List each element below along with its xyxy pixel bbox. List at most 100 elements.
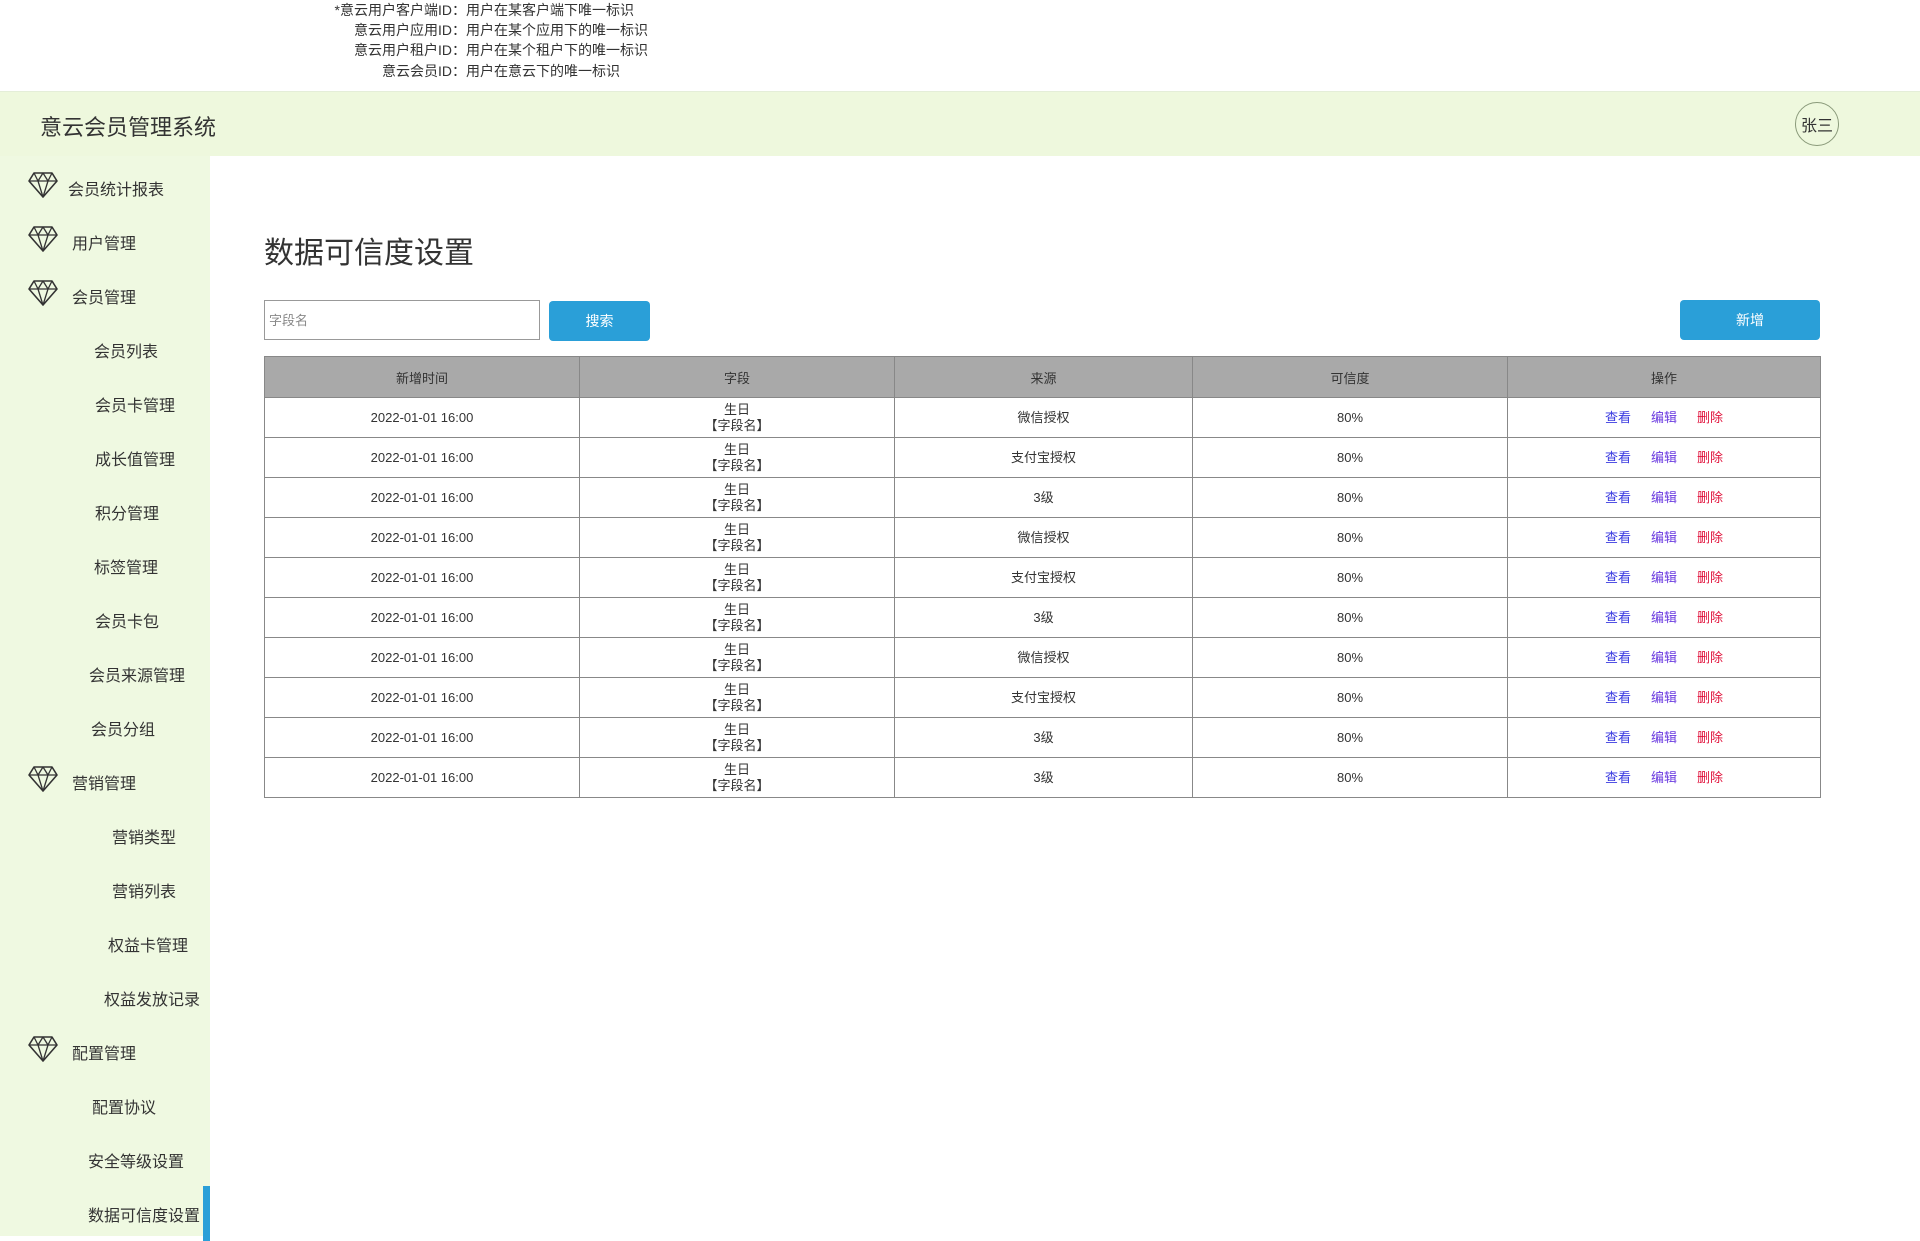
- cell-field: 生日 【字段名】: [579, 397, 895, 438]
- sidebar-item-label: 会员列表: [94, 344, 159, 361]
- delete-link[interactable]: 删除: [1697, 730, 1723, 745]
- table-header-row: 新增时间 字段 来源 可信度 操作: [264, 356, 1821, 398]
- view-link[interactable]: 查看: [1605, 450, 1631, 465]
- edit-link[interactable]: 编辑: [1651, 570, 1677, 585]
- edit-link[interactable]: 编辑: [1651, 490, 1677, 505]
- cell-field: 生日 【字段名】: [579, 597, 895, 638]
- cell-field: 生日 【字段名】: [579, 437, 895, 478]
- credibility-table: 新增时间 字段 来源 可信度 操作 2022-01-01 16:00 生日 【字段名…: [264, 356, 1821, 798]
- edit-link[interactable]: 编辑: [1651, 730, 1677, 745]
- edit-link[interactable]: 编辑: [1651, 770, 1677, 785]
- cell-source: 3级: [894, 477, 1193, 518]
- view-link[interactable]: 查看: [1605, 770, 1631, 785]
- cell-time: 2022-01-01 16:00: [264, 597, 580, 638]
- search-button[interactable]: 搜索: [549, 301, 650, 341]
- sidebar-group-item[interactable]: 会员管理: [0, 272, 210, 316]
- sidebar-group-item[interactable]: 用户管理: [0, 218, 210, 262]
- sidebar-item-label: 用户管理: [72, 236, 137, 253]
- sidebar-item[interactable]: 标签管理: [0, 542, 210, 586]
- sidebar-item[interactable]: 会员列表: [0, 326, 210, 370]
- view-link[interactable]: 查看: [1605, 570, 1631, 585]
- delete-link[interactable]: 删除: [1697, 570, 1723, 585]
- cell-source: 3级: [894, 717, 1193, 758]
- edit-link[interactable]: 编辑: [1651, 410, 1677, 425]
- sidebar-item[interactable]: 权益卡管理: [0, 920, 210, 964]
- edit-link[interactable]: 编辑: [1651, 450, 1677, 465]
- main-content: 数据可信度设置 搜索 新增 新增时间 字段 来源 可信度 操作 2022-01-…: [210, 156, 1920, 1236]
- sidebar-item-label: 营销管理: [72, 776, 137, 793]
- cell-source: 微信授权: [894, 397, 1193, 438]
- cell-time: 2022-01-01 16:00: [264, 437, 580, 478]
- view-link[interactable]: 查看: [1605, 530, 1631, 545]
- sidebar-group-item[interactable]: 会员统计报表: [0, 164, 210, 208]
- delete-link[interactable]: 删除: [1697, 650, 1723, 665]
- sidebar: 会员统计报表用户管理会员管理会员列表会员卡管理成长值管理积分管理标签管理会员卡包…: [0, 156, 210, 1241]
- cell-source: 微信授权: [894, 517, 1193, 558]
- field-name: 【字段名】: [704, 417, 770, 433]
- view-link[interactable]: 查看: [1605, 730, 1631, 745]
- delete-link[interactable]: 删除: [1697, 530, 1723, 545]
- edit-link[interactable]: 编辑: [1651, 530, 1677, 545]
- field-name: 【字段名】: [704, 497, 770, 513]
- sidebar-item-label: 数据可信度设置: [88, 1208, 201, 1225]
- field-name: 【字段名】: [704, 617, 770, 633]
- delete-link[interactable]: 删除: [1697, 410, 1723, 425]
- edit-link[interactable]: 编辑: [1651, 610, 1677, 625]
- sidebar-item[interactable]: 配置协议: [0, 1082, 210, 1126]
- sidebar-group-item[interactable]: 配置管理: [0, 1028, 210, 1072]
- cell-actions: 查看 编辑 删除: [1507, 397, 1821, 438]
- sidebar-item[interactable]: 安全等级设置: [0, 1136, 210, 1180]
- cell-actions: 查看 编辑 删除: [1507, 597, 1821, 638]
- sidebar-item[interactable]: 权益发放记录: [0, 974, 210, 1018]
- sidebar-item[interactable]: 数据可信度设置: [0, 1186, 210, 1241]
- sidebar-item-label: 营销列表: [112, 884, 177, 901]
- cell-credibility: 80%: [1192, 517, 1508, 558]
- cell-actions: 查看 编辑 删除: [1507, 717, 1821, 758]
- user-avatar[interactable]: 张三: [1795, 102, 1839, 146]
- delete-link[interactable]: 删除: [1697, 690, 1723, 705]
- field-label: 生日: [723, 481, 750, 497]
- view-link[interactable]: 查看: [1605, 490, 1631, 505]
- delete-link[interactable]: 删除: [1697, 490, 1723, 505]
- active-indicator: [203, 1186, 210, 1241]
- cell-source: 3级: [894, 597, 1193, 638]
- cell-actions: 查看 编辑 删除: [1507, 757, 1821, 798]
- sidebar-item[interactable]: 营销列表: [0, 866, 210, 910]
- cell-source: 微信授权: [894, 637, 1193, 678]
- add-button[interactable]: 新增: [1680, 300, 1820, 340]
- sidebar-item[interactable]: 会员卡管理: [0, 380, 210, 424]
- delete-link[interactable]: 删除: [1697, 770, 1723, 785]
- table-row: 2022-01-01 16:00 生日 【字段名】 微信授权 80% 查看 编辑 删除: [264, 637, 1821, 678]
- diamond-icon: [27, 170, 59, 200]
- sidebar-item[interactable]: 会员来源管理: [0, 650, 210, 694]
- cell-credibility: 80%: [1192, 597, 1508, 638]
- sidebar-item[interactable]: 营销类型: [0, 812, 210, 856]
- col-header-actions: 操作: [1507, 356, 1821, 398]
- table-row: 2022-01-01 16:00 生日 【字段名】 3级 80% 查看 编辑 删除: [264, 477, 1821, 518]
- view-link[interactable]: 查看: [1605, 410, 1631, 425]
- sidebar-group-item[interactable]: 营销管理: [0, 758, 210, 802]
- edit-link[interactable]: 编辑: [1651, 690, 1677, 705]
- field-name-search-input[interactable]: [264, 300, 540, 340]
- sidebar-item[interactable]: 成长值管理: [0, 434, 210, 478]
- table-row: 2022-01-01 16:00 生日 【字段名】 3级 80% 查看 编辑 删除: [264, 597, 1821, 638]
- id-note-key: 意云用户应用ID：: [354, 22, 466, 38]
- delete-link[interactable]: 删除: [1697, 610, 1723, 625]
- view-link[interactable]: 查看: [1605, 610, 1631, 625]
- id-note-key: 意云会员ID：: [382, 63, 466, 79]
- sidebar-item[interactable]: 会员卡包: [0, 596, 210, 640]
- view-link[interactable]: 查看: [1605, 690, 1631, 705]
- col-header-source: 来源: [894, 356, 1193, 398]
- delete-link[interactable]: 删除: [1697, 450, 1723, 465]
- id-notes: *意云用户客户端ID：用户在某客户端下唯一标识 意云用户应用ID：用户在某个应用下…: [0, 0, 700, 90]
- view-link[interactable]: 查看: [1605, 650, 1631, 665]
- diamond-icon: [27, 1034, 59, 1064]
- sidebar-item[interactable]: 积分管理: [0, 488, 210, 532]
- cell-actions: 查看 编辑 删除: [1507, 437, 1821, 478]
- sidebar-item[interactable]: 会员分组: [0, 704, 210, 748]
- cell-credibility: 80%: [1192, 757, 1508, 798]
- cell-time: 2022-01-01 16:00: [264, 557, 580, 598]
- edit-link[interactable]: 编辑: [1651, 650, 1677, 665]
- sidebar-item-label: 配置协议: [92, 1100, 157, 1117]
- sidebar-item-label: 会员来源管理: [89, 668, 186, 685]
